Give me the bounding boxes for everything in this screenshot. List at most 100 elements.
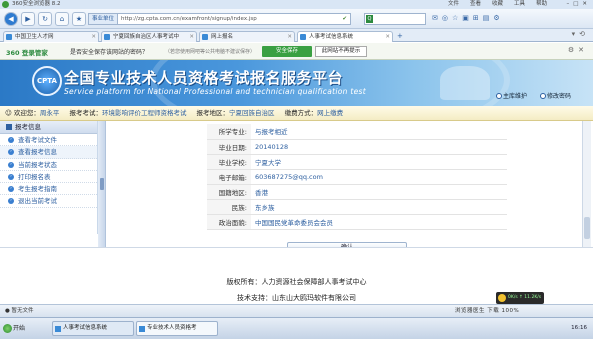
sidebar-item-exam-files[interactable]: › 查看考试文件	[0, 134, 97, 147]
sidebar-item-guide[interactable]: › 考生报考指南	[0, 183, 97, 196]
window-title: 360安全浏览器 8.2	[12, 1, 61, 7]
change-password-label: 修改密码	[547, 93, 572, 100]
window-controls[interactable]: –□✕	[566, 0, 591, 9]
field-label: 国籍地区:	[207, 184, 251, 200]
tab-ningxia-exam[interactable]: 宁夏回族自治区人事考试中 ✕	[101, 31, 197, 42]
address-bar[interactable]: 事业单位 http://zg.cpta.com.cn/examfront/sig…	[88, 13, 351, 25]
vertical-scrollbar[interactable]	[582, 121, 591, 247]
table-row: 政治面貌: 中国国民党革命委员会会员	[207, 214, 507, 230]
taskbar-item-exam-system[interactable]: 人事考试信息系统	[52, 321, 134, 336]
status-text: ● 暂无文件	[5, 308, 34, 314]
key-icon	[540, 93, 546, 99]
field-value: 东乡族	[251, 199, 507, 215]
windows-taskbar: 开始 人事考试信息系统 专业技术人员资格考 16:16	[0, 317, 593, 339]
close-icon[interactable]: ✕	[385, 32, 390, 42]
arrow-icon: ›	[8, 198, 14, 205]
save-password-hint: （若您使用网吧等公共电脑不建议保存）	[165, 49, 256, 55]
sidebar-item-view-signup[interactable]: › 查看报考信息	[0, 146, 97, 159]
home-icon[interactable]: ⌂	[55, 12, 69, 26]
menu-file[interactable]: 文件	[448, 1, 459, 7]
fee-value: 网上缴费	[317, 109, 344, 117]
system-tray[interactable]: 16:16	[476, 321, 591, 336]
never-prompt-label: 此网站不再提示	[321, 48, 361, 54]
menu-view[interactable]: 查看	[470, 1, 481, 7]
clock: 16:16	[571, 325, 587, 331]
start-button[interactable]: 开始	[3, 322, 37, 335]
exam-label: 报考考试：	[69, 109, 102, 117]
site-title-en: Service platform for National Profession…	[64, 87, 366, 96]
new-tab-icon[interactable]: +	[397, 32, 403, 40]
home-icon	[496, 93, 502, 99]
field-value: 香港	[251, 184, 507, 200]
360-search-icon[interactable]: Q	[366, 15, 373, 23]
home-maintain-link[interactable]: 主库维护	[496, 91, 527, 100]
security-shield-icon[interactable]: ✔	[342, 14, 347, 24]
bar-controls[interactable]: ⚙✕	[568, 46, 588, 54]
support-value: 山东山大鸥玛软件有限公司	[272, 294, 356, 302]
tab-label: 中国卫生人才网	[15, 34, 54, 40]
scrollbar-thumb[interactable]	[584, 217, 590, 239]
menu-tools[interactable]: 工具	[514, 1, 525, 7]
menu-favorites[interactable]: 收藏	[492, 1, 503, 7]
field-label: 毕业日期:	[207, 139, 251, 155]
tab-bar: 中国卫生人才网 ✕ 宁夏回族自治区人事考试中 ✕ 网上报名 ✕ 人事考试信息系统 ✕ +…	[0, 29, 593, 42]
close-icon[interactable]: ✕	[91, 32, 96, 42]
search-input[interactable]: Q	[364, 13, 426, 25]
toolbar-extension-icons[interactable]: ✉◎☆▣⊞▤⚙	[432, 14, 504, 22]
sidebar-item-exit-exam[interactable]: › 退出当前考试	[0, 195, 97, 208]
tab-controls[interactable]: ▾⟲	[572, 30, 589, 38]
exam-value: 环境影响评价工程师资格考试	[101, 109, 187, 117]
arrow-icon: ›	[8, 137, 14, 143]
welcome-label: 欢迎您：	[13, 109, 40, 117]
splitter-grip[interactable]	[100, 178, 104, 190]
taskbar-item-qualification[interactable]: 专业技术人员资格考	[136, 321, 218, 336]
refresh-icon[interactable]: ↻	[38, 12, 52, 26]
close-icon[interactable]: ✕	[189, 32, 194, 42]
tab-label: 宁夏回族自治区人事考试中	[113, 34, 180, 40]
network-speed-widget[interactable]: 0K/s ↑ 11.2K/s	[496, 292, 544, 304]
tab-online-signup[interactable]: 网上报名 ✕	[199, 31, 295, 42]
close-icon[interactable]: ✕	[287, 32, 292, 42]
tab-label: 人事考试信息系统	[309, 34, 354, 40]
back-icon[interactable]: ◀	[4, 12, 18, 26]
tab-exam-system[interactable]: 人事考试信息系统 ✕	[297, 31, 393, 42]
sidebar-nav: 报考信息 › 查看考试文件 › 查看报考信息 › 当前报考状态 › 打印报名表 › 考生报…	[0, 121, 98, 234]
forward-icon[interactable]: ▶	[21, 12, 35, 26]
site-banner: CPTA 全国专业技术人员资格考试报名服务平台 Service platform…	[0, 60, 593, 106]
favorite-star-icon[interactable]: ★	[72, 12, 86, 26]
start-label: 开始	[13, 325, 26, 332]
login-manager-brand: 360 登录管家	[6, 49, 48, 57]
browser-toolbar: ◀ ▶ ↻ ⌂ ★ 事业单位 http://zg.cpta.com.cn/exa…	[0, 9, 593, 29]
field-label: 所学专业:	[207, 124, 251, 140]
start-orb-icon	[3, 324, 12, 333]
welcome-name: 周永平	[39, 109, 60, 117]
candidate-info-bar: ☺ 欢迎您：周永平 报考考试：环境影响评价工程师资格考试 报考地区：宁夏回族自治…	[0, 106, 593, 121]
never-prompt-button[interactable]: 此网站不再提示	[315, 46, 367, 57]
region-value: 宁夏回族自治区	[229, 109, 275, 117]
tab-health-talent[interactable]: 中国卫生人才网 ✕	[3, 31, 99, 42]
safe-save-button[interactable]: 安全保存	[262, 46, 312, 57]
speed-text: 0K/s ↑ 11.2K/s	[508, 295, 542, 300]
browser-icon	[139, 326, 145, 332]
table-row: 民族: 东乡族	[207, 199, 507, 215]
sidebar-item-print-form[interactable]: › 打印报名表	[0, 171, 97, 184]
zone-badge[interactable]: 事业单位	[89, 14, 119, 24]
change-password-link[interactable]: 修改密码	[540, 91, 571, 100]
frame-splitter[interactable]	[98, 121, 106, 247]
field-label: 民族:	[207, 199, 251, 215]
region-label: 报考地区：	[196, 109, 230, 117]
sidebar-item-label: 考生报考指南	[18, 185, 57, 194]
signup-info-table: 所学专业: 与报考相近 毕业日期: 20140128 毕业学校: 宁夏大学 电子邮箱:…	[207, 124, 507, 230]
menu-help[interactable]: 帮助	[536, 1, 547, 7]
user-icon: ☺	[5, 109, 12, 117]
field-value: 20140128	[251, 139, 507, 155]
address-url[interactable]: http://zg.cpta.com.cn/examfront/signup/i…	[121, 16, 257, 22]
field-label: 毕业学校:	[207, 154, 251, 170]
signup-info-panel: 所学专业: 与报考相近 毕业日期: 20140128 毕业学校: 宁夏大学 电子邮箱:…	[107, 121, 582, 247]
sidebar-item-label: 查看考试文件	[18, 136, 57, 144]
table-row: 国籍地区: 香港	[207, 184, 507, 200]
status-right-tools[interactable]: 浏览器医生 下载 100%	[455, 305, 519, 317]
field-value: 与报考相近	[251, 124, 507, 140]
fee-label: 缴费方式：	[284, 109, 318, 117]
sidebar-item-status[interactable]: › 当前报考状态	[0, 159, 97, 171]
